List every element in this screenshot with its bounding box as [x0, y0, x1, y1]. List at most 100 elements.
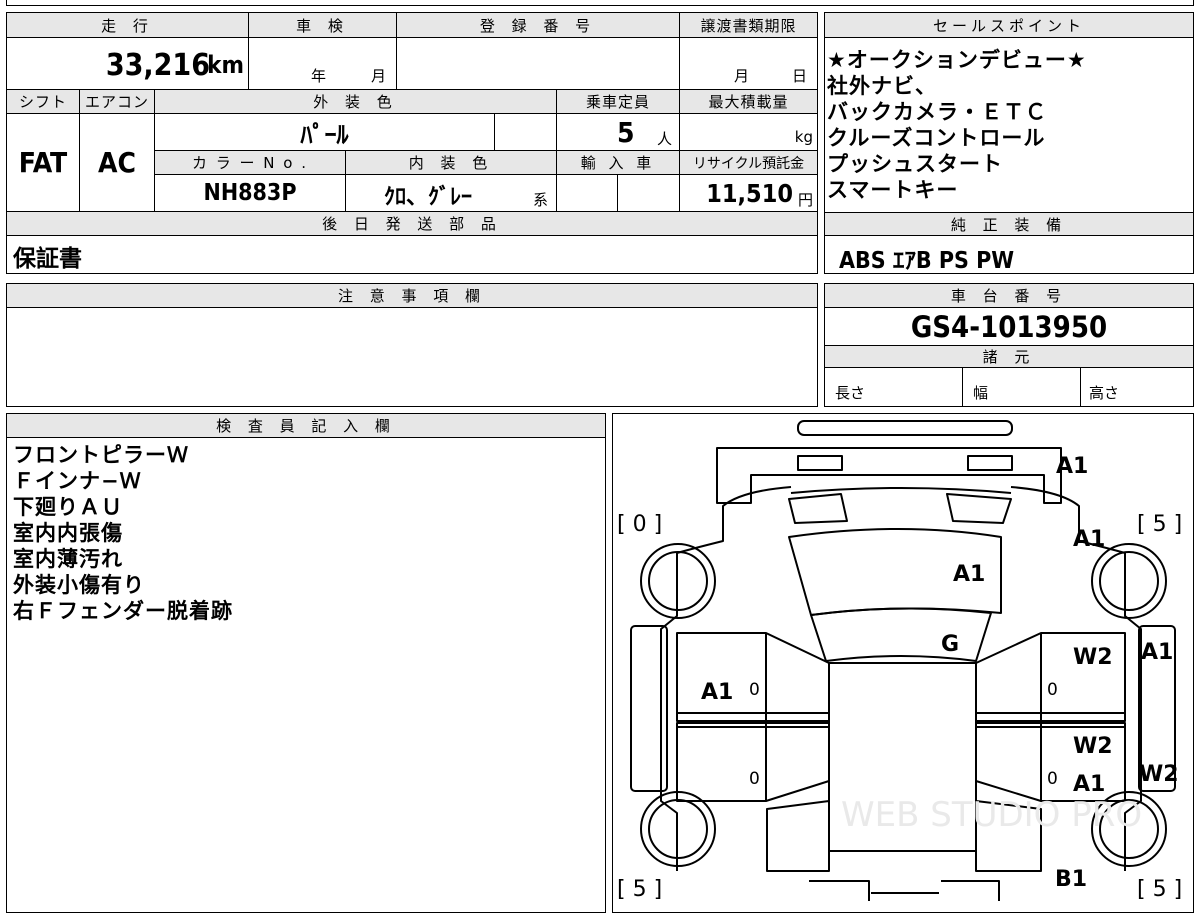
mark-rear-right-area: A1: [1073, 772, 1105, 797]
sales-point: スマートキー: [827, 178, 959, 202]
inspector-note: 右Ｆフェンダー脱着跡: [13, 599, 233, 623]
chassis-value-cell: GS4-1013950: [825, 308, 1193, 346]
genuine-equipment-value: ABS ｴｱB PS PW: [839, 248, 1015, 274]
chassis-header: 車 台 番 号: [825, 284, 1193, 308]
specs-width-cell: 幅: [963, 368, 1081, 406]
inspection-month-unit: 月: [371, 67, 387, 85]
exterior-color-value: ﾊﾟｰﾙ: [300, 120, 349, 149]
interior-color-suffix: 系: [533, 191, 549, 209]
color-no-header: カ ラ ー N o .: [155, 151, 346, 175]
car-diagram: WEB STUDIO PRO [ 0 ] [ 5 ] [ 5 ] [ 5 ] A…: [617, 420, 1182, 902]
exterior-color-extra: [495, 114, 557, 151]
import-value-b: [618, 175, 680, 212]
aircon-value-cell: AC: [80, 114, 155, 212]
import-value-a: [557, 175, 618, 212]
car-diagram-box: WEB STUDIO PRO [ 0 ] [ 5 ] [ 5 ] [ 5 ] A…: [612, 413, 1194, 913]
interior-color-header: 内 装 色: [346, 151, 557, 175]
max-load-value-cell: kg: [680, 114, 817, 151]
inspector-note: 室内薄汚れ: [13, 547, 123, 571]
recycle-unit: 円: [797, 191, 813, 209]
mark-front-bumper: A1: [1056, 454, 1088, 479]
sales-points-header: セールスポイント: [825, 13, 1193, 38]
inspection-value-cell: 年 月: [249, 38, 397, 90]
tread-rear-left: [ 5 ]: [617, 877, 662, 902]
tread-front-right: [ 5 ]: [1137, 512, 1182, 537]
mark-rear-bumper: B1: [1055, 867, 1087, 892]
transfer-deadline-header: 譲渡書類期限: [680, 13, 817, 38]
interior-color-value-cell: ｸﾛ、ｸﾞﾚｰ 系: [346, 175, 557, 212]
max-load-header: 最大積載量: [680, 90, 817, 114]
inspection-year-unit: 年: [311, 67, 327, 85]
specs-header: 諸 元: [825, 346, 1193, 368]
shift-value-cell: FAT: [7, 114, 80, 212]
mileage-value-cell: 33,216 km: [7, 38, 249, 90]
chassis-box: 車 台 番 号 GS4-1013950 諸 元 長さ 幅 高さ: [824, 283, 1194, 407]
zero-mark: 0: [749, 680, 760, 700]
later-parts-header: 後 日 発 送 部 品: [7, 212, 817, 236]
sales-point: プッシュスタート: [827, 152, 1003, 176]
capacity-value-cell: 5 人: [557, 114, 680, 151]
mileage-header: 走 行: [7, 13, 249, 38]
sales-point: 社外ナビ、: [827, 74, 937, 98]
inspector-notes-list: フロントピラーＷ Ｆインナ−Ｗ 下廻りＡＵ 室内内張傷 室内薄汚れ 外装小傷有り…: [13, 442, 233, 624]
mark-hood-right: A1: [1073, 527, 1105, 552]
mileage-unit: km: [207, 51, 244, 79]
mark-right-rocker: W2: [1139, 762, 1179, 787]
chassis-value: GS4-1013950: [910, 309, 1108, 344]
specs-height-label: 高さ: [1089, 384, 1120, 402]
import-header: 輸 入 車: [557, 151, 680, 175]
mark-windshield: G: [941, 632, 959, 657]
color-no-value: NH883P: [203, 180, 297, 206]
recycle-value-cell: 11,510 円: [680, 175, 817, 212]
specs-length-cell: 長さ: [825, 368, 963, 406]
aircon-value: AC: [98, 146, 136, 179]
genuine-equipment-header: 純 正 装 備: [825, 212, 1193, 236]
recycle-value: 11,510: [706, 179, 793, 208]
zero-mark: 0: [749, 769, 760, 789]
mark-right-pillar: A1: [1141, 640, 1173, 665]
capacity-value: 5: [617, 116, 635, 149]
color-no-value-cell: NH883P: [155, 175, 346, 212]
inspector-note: Ｆインナ−Ｗ: [13, 469, 142, 493]
transfer-month-unit: 月: [734, 67, 750, 85]
sales-point: クルーズコントロール: [827, 126, 1046, 150]
inspector-note: 室内内張傷: [13, 521, 123, 545]
transfer-day-unit: 日: [792, 67, 808, 85]
mileage-value: 33,216: [105, 48, 210, 83]
mark-rear-right-door: W2: [1073, 734, 1113, 759]
capacity-unit: 人: [657, 130, 673, 148]
sales-points-list: ★オークションデビュー★ 社外ナビ、 バックカメラ・ＥＴＣ クルーズコントロール…: [827, 47, 1087, 203]
capacity-header: 乗車定員: [557, 90, 680, 114]
registration-header: 登 録 番 号: [397, 13, 680, 38]
registration-value: [397, 38, 680, 90]
sales-point: バックカメラ・ＥＴＣ: [827, 100, 1047, 124]
inspector-box: 検 査 員 記 入 欄 フロントピラーＷ Ｆインナ−Ｗ 下廻りＡＵ 室内内張傷 …: [6, 413, 606, 913]
mark-left-door: A1: [701, 680, 733, 705]
notes-header: 注 意 事 項 欄: [7, 284, 817, 308]
max-load-unit: kg: [794, 128, 813, 146]
specs-height-cell: 高さ: [1081, 368, 1193, 406]
inspector-note: 下廻りＡＵ: [13, 495, 123, 519]
watermark: WEB STUDIO PRO: [841, 795, 1142, 835]
exterior-color-header: 外 装 色: [155, 90, 557, 114]
sales-points-box: セールスポイント ★オークションデビュー★ 社外ナビ、 バックカメラ・ＥＴＣ ク…: [824, 12, 1194, 274]
mark-front-right-door: W2: [1073, 645, 1113, 670]
interior-color-value: ｸﾛ、ｸﾞﾚｰ: [384, 185, 473, 210]
top-strip: [6, 0, 1194, 6]
aircon-header: エアコン: [80, 90, 155, 114]
notes-box: 注 意 事 項 欄: [6, 283, 818, 407]
inspector-note: フロントピラーＷ: [13, 443, 189, 467]
inspection-header: 車 検: [249, 13, 397, 38]
transfer-deadline-value: 月 日: [680, 38, 817, 90]
sales-point: ★オークションデビュー★: [827, 48, 1087, 72]
inspector-header: 検 査 員 記 入 欄: [7, 414, 605, 438]
mark-hood: A1: [953, 562, 985, 587]
tread-front-left: [ 0 ]: [617, 512, 662, 537]
inspector-note: 外装小傷有り: [13, 573, 145, 597]
tread-rear-right: [ 5 ]: [1137, 877, 1182, 902]
specs-width-label: 幅: [973, 384, 989, 402]
zero-mark: 0: [1047, 769, 1058, 789]
specs-length-label: 長さ: [835, 384, 866, 402]
recycle-header: リサイクル預託金: [680, 151, 817, 175]
exterior-color-value-cell: ﾊﾟｰﾙ: [155, 114, 495, 151]
